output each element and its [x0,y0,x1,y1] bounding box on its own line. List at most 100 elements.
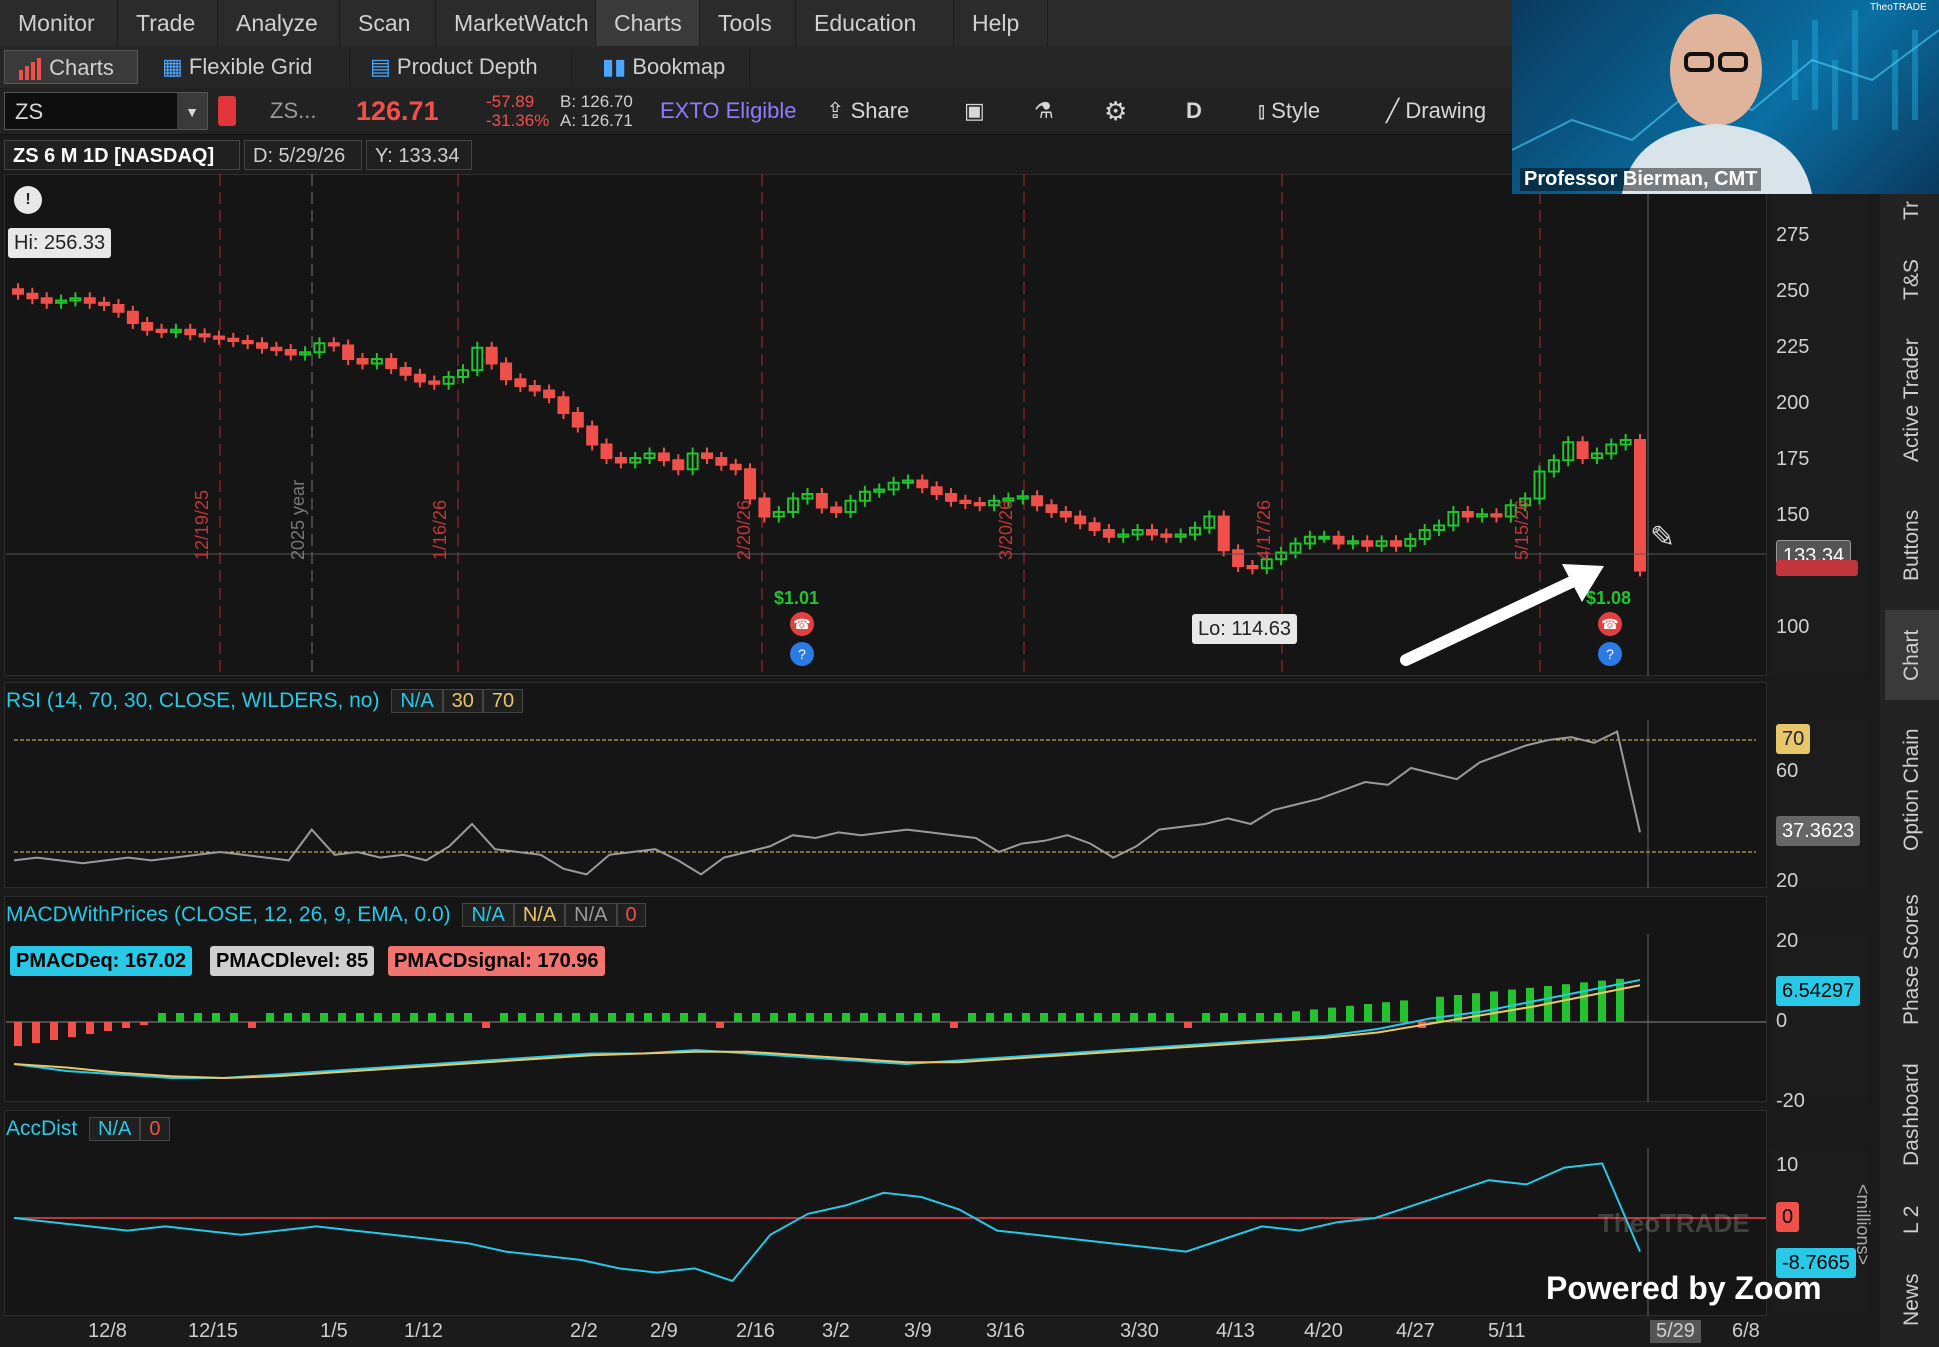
macd-histogram-bar [1310,1009,1318,1022]
tab-option-chain[interactable]: Option Chain [1885,710,1939,870]
tab-ts[interactable]: T&S [1885,250,1939,310]
tab-l2[interactable]: L 2 [1885,1190,1939,1250]
subtab-bookmap[interactable]: ▮▮ Bookmap [590,50,750,84]
candle-body [198,333,211,338]
menu-charts[interactable]: Charts [596,0,700,46]
macd-histogram-bar [1490,991,1498,1022]
macd-histogram-bar [104,1022,112,1031]
menu-scan[interactable]: Scan [340,0,436,46]
macd-histogram-bar [698,1013,706,1022]
tab-dashboard[interactable]: Dashboard [1885,1050,1939,1180]
hi-label: Hi: 256.33 [8,228,112,258]
candle-body [830,506,843,514]
tab-phase-scores[interactable]: Phase Scores [1885,880,1939,1040]
subtab-product-depth[interactable]: ▤ Product Depth [358,50,572,84]
macd-histogram-bar [536,1013,544,1022]
macd-histogram-bar [1274,1013,1282,1022]
style-button[interactable]: ⫾ Style [1258,92,1320,130]
macd-histogram-bar [50,1022,58,1040]
link-color-icon[interactable] [218,96,236,126]
menu-education[interactable]: Education [796,0,954,46]
share-icon: ⇪ [826,98,845,123]
macd-histogram-bar [1076,1013,1084,1022]
candle-body [815,493,828,509]
macd-histogram-bar [788,1013,796,1022]
x-axis-label: 3/2 [822,1320,850,1342]
rsi-tick: 20 [1776,870,1799,892]
macd-histogram-bar [1220,1013,1228,1022]
subtab-product-depth-label: Product Depth [396,54,538,79]
flask-icon[interactable]: ⚗ [1034,92,1054,130]
macd-histogram-bar [986,1013,994,1022]
macd-histogram-bar [284,1013,292,1022]
subtab-flexible-grid[interactable]: ▦ Flexible Grid [150,50,350,84]
events-icon[interactable]: ▣ [964,92,985,130]
macd-histogram-bar [86,1022,94,1034]
symbol-input[interactable]: ZS ▼ [4,92,208,130]
tab-active-trader[interactable]: Active Trader [1885,320,1939,480]
macd-histogram-bar [248,1022,256,1028]
subtab-charts[interactable]: Charts [4,50,138,84]
candle-body [428,380,441,385]
tab-chart[interactable]: Chart [1885,610,1939,700]
grid-icon: ▦ [162,54,183,79]
drawing-button[interactable]: ╱ Drawing [1386,92,1486,130]
macd-avg: N/A [513,903,566,927]
ask-value: A: 126.71 [560,111,633,130]
macd-histogram-bar [410,1013,418,1022]
candle-body [1361,540,1374,547]
earnings-icon[interactable]: ☎ [790,612,814,636]
x-axis-label: 5/11 [1488,1320,1526,1342]
tab-news[interactable]: News [1885,1260,1939,1340]
price-tick: 250 [1776,280,1810,302]
candle-body [1217,515,1230,552]
candle-body [500,362,513,381]
accdist-zero-badge: 0 [1776,1202,1800,1232]
macd-histogram-bar [392,1013,400,1022]
macd-avg-line [13,984,1641,1080]
x-axis-label: 6/8 [1732,1320,1760,1342]
last-price: 126.71 [356,96,439,126]
macd-title-row: MACDWithPrices (CLOSE, 12, 26, 9, EMA, 0… [6,898,646,932]
price-y-axis [1770,174,1866,676]
pencil-icon[interactable]: ✎ [1650,520,1675,555]
macd-histogram-bar [302,1013,310,1022]
menu-analyze[interactable]: Analyze [218,0,340,46]
alert-icon[interactable]: ! [14,186,42,214]
price-tick: 200 [1776,392,1810,414]
menu-trade[interactable]: Trade [118,0,218,46]
tab-buttons[interactable]: Buttons [1885,490,1939,600]
share-button[interactable]: ⇪ Share [826,92,909,130]
macd-histogram-bar [1292,1011,1300,1022]
cursor-date: D: 5/29/26 [244,140,362,170]
x-axis-label: 2/2 [570,1320,598,1342]
gear-icon[interactable]: ⚙ [1104,92,1127,130]
candle-body [270,346,283,352]
x-axis-label: 12/8 [88,1320,127,1342]
bar-chart-icon [19,58,41,81]
candle-body [155,328,168,334]
x-axis-label: 1/12 [404,1320,443,1342]
macd-value: N/A [462,903,514,927]
candle-body [1031,495,1044,507]
macd-histogram-bar [176,1013,184,1022]
candle-body [342,344,355,361]
rsi-oversold: 30 [442,689,483,713]
rsi-70-badge: 70 [1776,724,1811,754]
info-icon[interactable]: ? [790,642,814,666]
macd-histogram-bar [680,1013,688,1022]
macd-histogram-bar [662,1013,670,1022]
menu-tools[interactable]: Tools [700,0,796,46]
macd-histogram-bar [932,1013,940,1022]
x-axis: 12/8 12/15 1/5 1/12 2/2 2/9 2/16 3/2 3/9 3/16 3/30… [0,1316,1870,1347]
period-button[interactable]: D [1186,92,1202,130]
price-tick: 225 [1776,336,1810,358]
macd-histogram-bar [518,1013,526,1022]
candle-body [744,468,757,500]
menu-marketwatch[interactable]: MarketWatch [436,0,596,46]
menu-help[interactable]: Help [954,0,1048,46]
menu-monitor[interactable]: Monitor [0,0,118,46]
candle-body [1074,515,1087,525]
chevron-down-icon[interactable]: ▼ [177,93,207,129]
style-label: Style [1271,98,1321,123]
